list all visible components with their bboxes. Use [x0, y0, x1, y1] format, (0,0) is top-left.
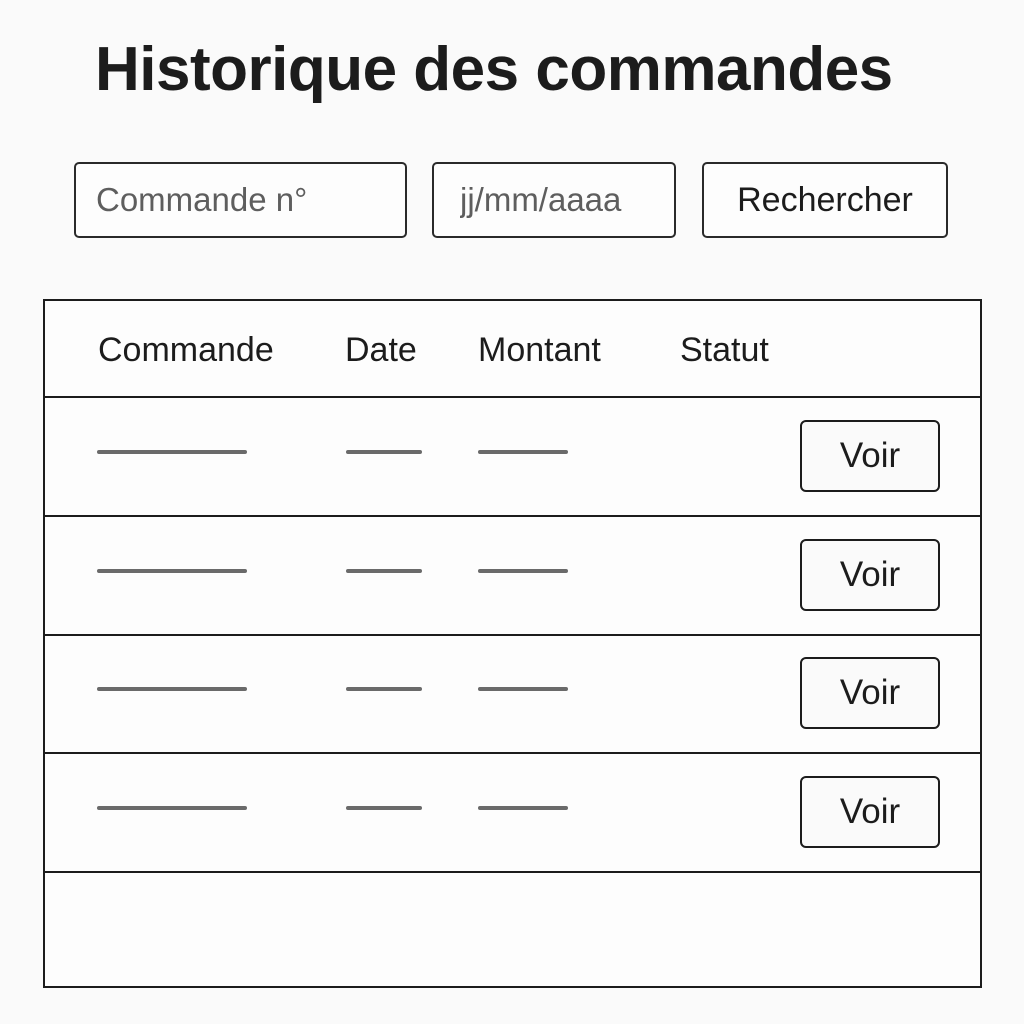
- view-order-button[interactable]: Voir: [800, 539, 940, 611]
- orders-table: Commande Date Montant Statut Voir Voir V…: [43, 299, 982, 988]
- order-number-placeholder: [97, 806, 247, 810]
- date-placeholder: [346, 687, 422, 691]
- column-header-montant: Montant: [478, 331, 601, 369]
- amount-placeholder: [478, 687, 568, 691]
- date-placeholder: [346, 450, 422, 454]
- date-input[interactable]: [432, 162, 676, 238]
- amount-placeholder: [478, 806, 568, 810]
- search-button[interactable]: Rechercher: [702, 162, 948, 238]
- order-number-placeholder: [97, 450, 247, 454]
- table-row: Voir: [45, 398, 980, 517]
- table-row: Voir: [45, 517, 980, 636]
- view-order-button[interactable]: Voir: [800, 776, 940, 848]
- amount-placeholder: [478, 569, 568, 573]
- view-order-button[interactable]: Voir: [800, 657, 940, 729]
- date-placeholder: [346, 806, 422, 810]
- column-header-statut: Statut: [680, 331, 769, 369]
- order-number-placeholder: [97, 569, 247, 573]
- table-row: Voir: [45, 754, 980, 873]
- view-order-button[interactable]: Voir: [800, 420, 940, 492]
- amount-placeholder: [478, 450, 568, 454]
- column-header-date: Date: [345, 331, 417, 369]
- table-row: Voir: [45, 635, 980, 754]
- page-title: Historique des commandes: [95, 35, 893, 104]
- table-header: Commande Date Montant Statut: [45, 301, 980, 398]
- date-placeholder: [346, 569, 422, 573]
- order-number-placeholder: [97, 687, 247, 691]
- order-number-input[interactable]: [74, 162, 407, 238]
- column-header-commande: Commande: [98, 331, 274, 369]
